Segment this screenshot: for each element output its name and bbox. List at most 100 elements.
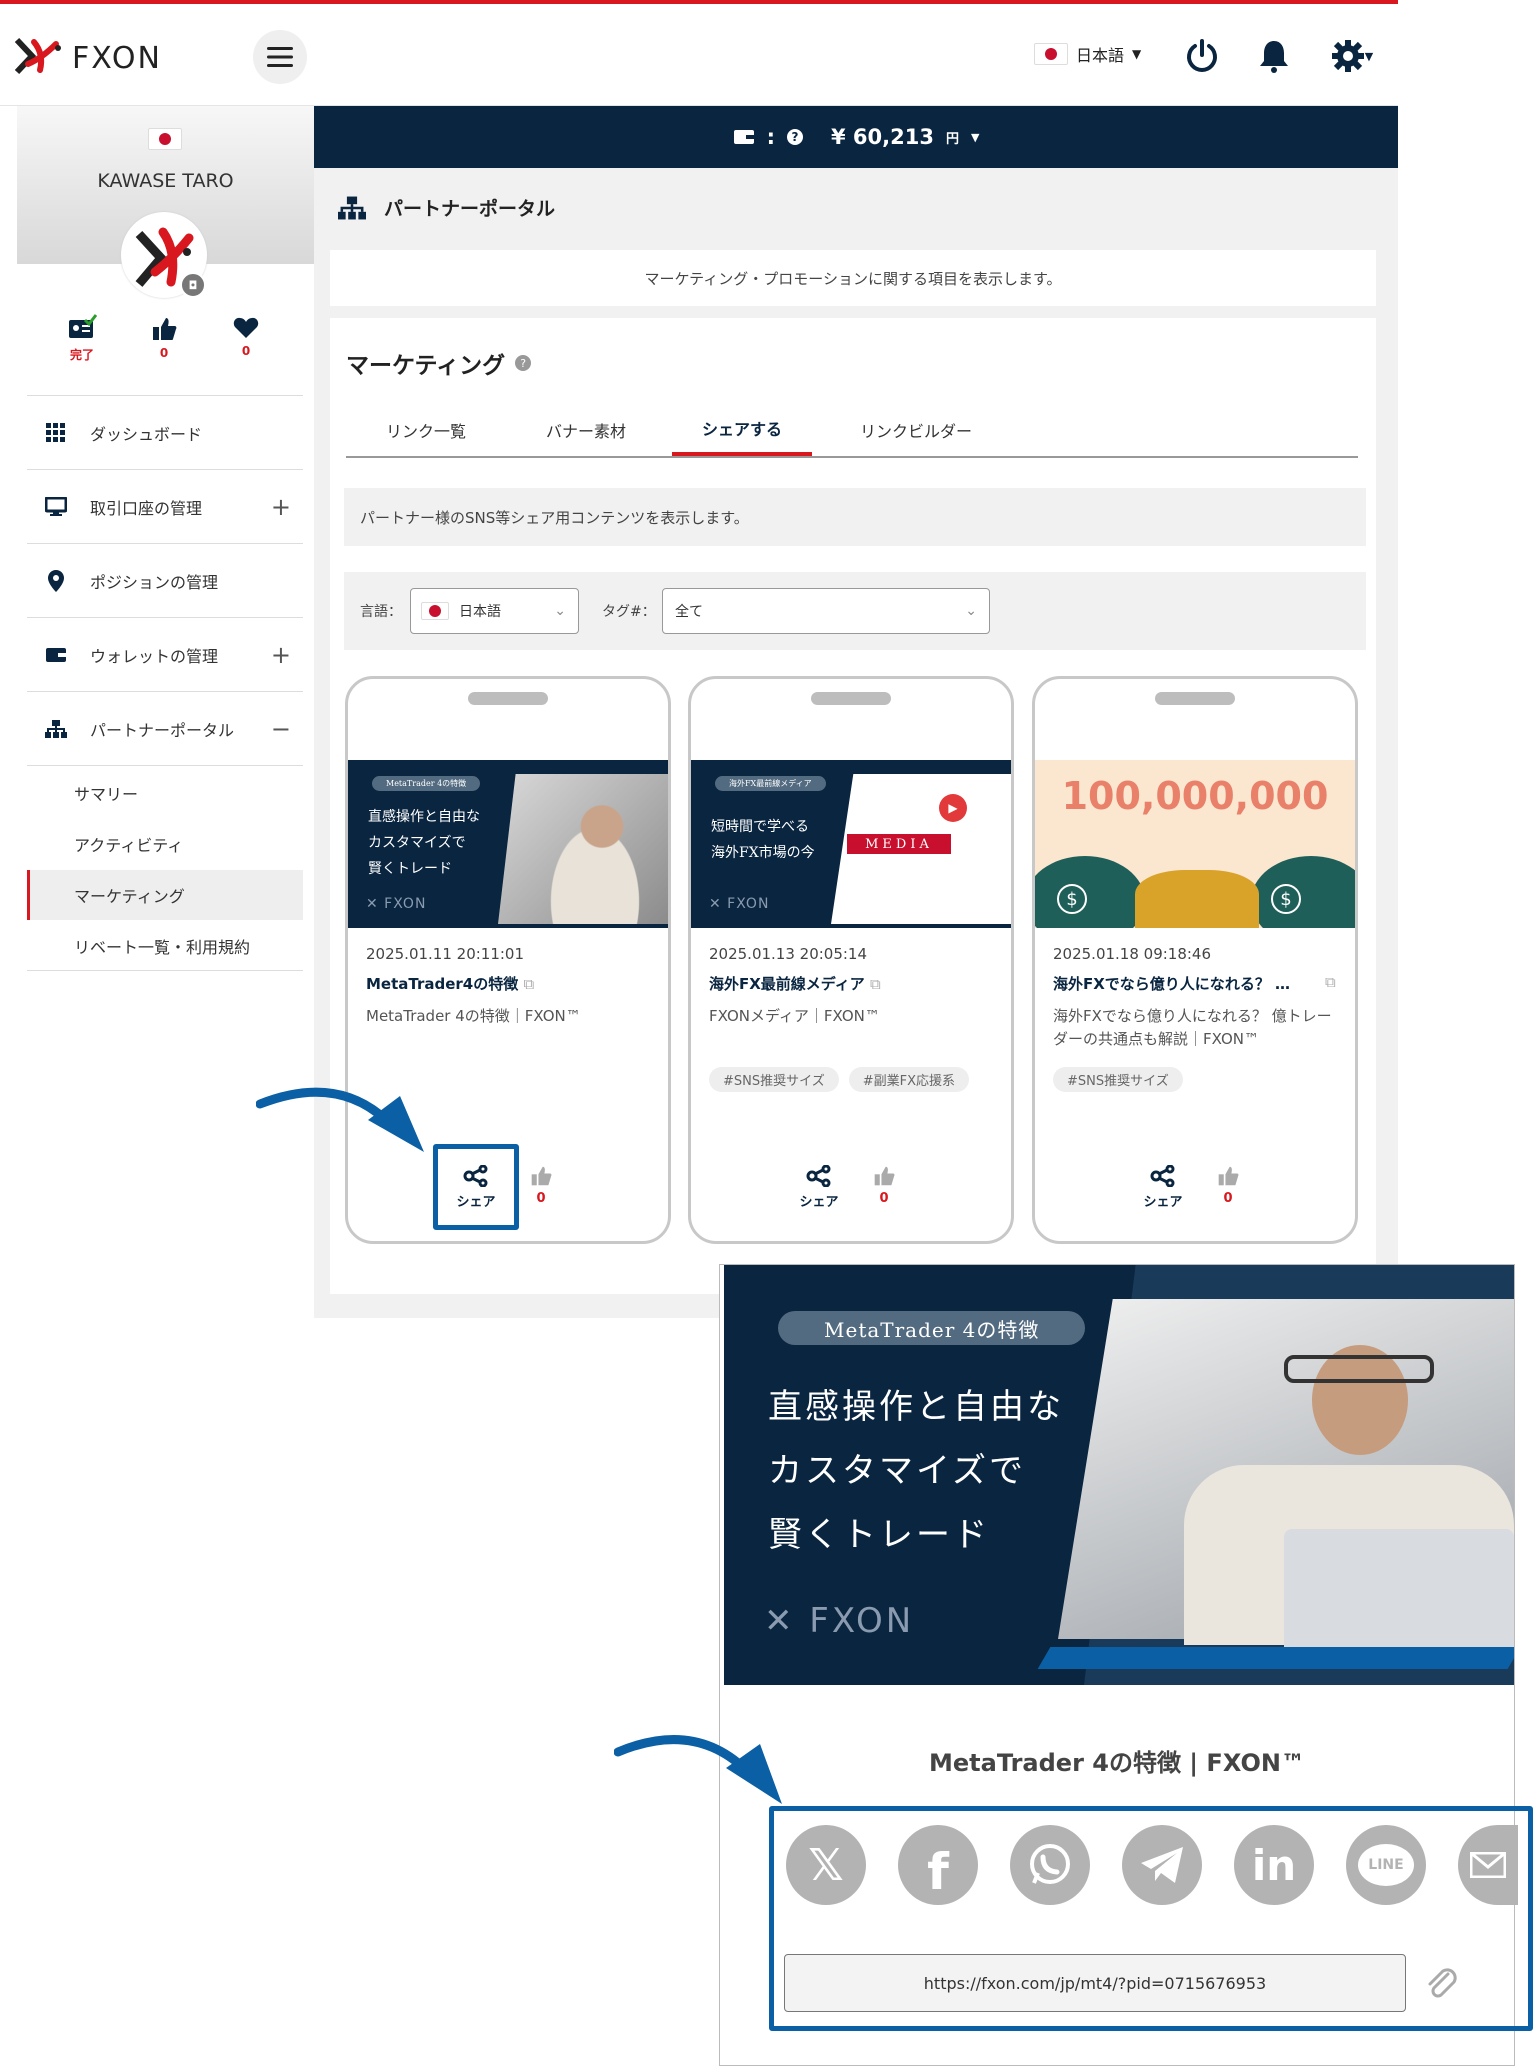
language-label: 日本語 (1076, 46, 1125, 65)
thumbs-up-icon (153, 318, 177, 340)
card-thumbnail[interactable]: MetaTrader 4の特徴 直感操作と自由な カスタマイズで 賢くトレード ✕ … (348, 760, 668, 928)
notification-button[interactable] (1254, 34, 1294, 78)
tab-baseline (346, 456, 1358, 458)
like-count: 0 (536, 1191, 546, 1206)
annotation-arrow-icon (256, 1087, 424, 1152)
like-button[interactable]: 0 (869, 1165, 899, 1206)
expand-icon[interactable]: + (271, 493, 291, 521)
language-filter-select[interactable]: 日本語 ⌄ (410, 588, 579, 634)
tag-pill[interactable]: #SNS推奨サイズ (709, 1067, 839, 1092)
language-selector[interactable]: 日本語 ▼ (1034, 42, 1141, 66)
help-icon[interactable]: ? (515, 355, 532, 371)
whatsapp-icon (1030, 1844, 1070, 1884)
wallet-icon (733, 130, 754, 144)
balance-amount: ¥ 60,213 (830, 125, 934, 149)
verify-status: 完了 (69, 348, 94, 362)
share-icon (806, 1164, 831, 1188)
balance-bar[interactable]: : ? ¥ 60,213 円 ▼ (314, 106, 1398, 168)
tab-label: リンクビルダー (859, 422, 972, 441)
tab-banners[interactable]: バナー素材 (506, 404, 666, 456)
page-notice: マーケティング・プロモーションに関する項目を表示します。 (330, 250, 1376, 306)
share-label: シェア (799, 1195, 839, 1210)
sidebar-item-positions[interactable]: ポジションの管理 (27, 544, 303, 618)
share-card: MEDIA ▶ 海外FX最前線メディア 短時間で学べる 海外FX市場の今 ✕ FX… (688, 676, 1014, 1244)
fxon-logo[interactable]: FXON (14, 34, 214, 78)
dollar-icon: $ (1271, 884, 1301, 914)
sidebar-item-dashboard[interactable]: ダッシュボード (27, 396, 303, 470)
settings-button[interactable]: ▼ (1322, 34, 1382, 78)
section-heading: マーケティング ? (346, 346, 532, 380)
glasses (1284, 1355, 1434, 1383)
monitor-icon (42, 496, 70, 517)
tag-pill[interactable]: #SNS推奨サイズ (1053, 1067, 1183, 1092)
card-description: 海外FXでなら億り人になれる？ 億トレーダーの共通点も解説｜FXON™ (1053, 1007, 1332, 1048)
sidebar-item-wallet[interactable]: ウォレットの管理 + (27, 618, 303, 692)
network-icon (42, 719, 70, 739)
share-dialog-title: MetaTrader 4の特徴 | FXON™ (929, 1749, 1305, 1777)
page-title: パートナーポータル (384, 198, 556, 220)
top-header: FXON 日本語 ▼ ▼ (0, 0, 1398, 106)
share-linkedin-button[interactable]: in (1234, 1825, 1314, 1905)
power-button[interactable] (1182, 34, 1222, 78)
share-line-button[interactable]: LINE (1346, 1825, 1426, 1905)
hamburger-menu-button[interactable] (253, 30, 307, 84)
external-link-icon[interactable]: ⧉ (1325, 973, 1336, 991)
share-button-highlight (433, 1144, 519, 1230)
share-label: シェア (1143, 1195, 1183, 1210)
expand-icon[interactable]: + (271, 641, 291, 669)
sidebar-subitem-marketing[interactable]: マーケティング (27, 870, 303, 920)
sidebar-left-strip (0, 106, 17, 1318)
share-x-button[interactable]: 𝕏 (786, 1825, 866, 1905)
sidebar-subitem-summary[interactable]: サマリー (27, 768, 303, 818)
card-title[interactable]: 海外FX最前線メディア ⧉ (709, 973, 989, 994)
japan-flag-icon (421, 602, 449, 620)
tab-share[interactable]: シェアする (672, 404, 812, 456)
tag-filter-select[interactable]: 全て ⌄ (662, 588, 990, 634)
share-url-field[interactable]: https://fxon.com/jp/mt4/?pid=0715676953 (784, 1954, 1406, 2012)
profile-stat-favorites[interactable]: 0 (226, 316, 266, 358)
email-icon (1470, 1852, 1506, 1878)
sidebar-item-partner-portal[interactable]: パートナーポータル − (27, 692, 303, 766)
like-button[interactable]: 0 (1213, 1165, 1243, 1206)
share-button[interactable]: シェア (789, 1164, 849, 1210)
share-whatsapp-button[interactable] (1010, 1825, 1090, 1905)
tab-link-list[interactable]: リンク一覧 (346, 404, 506, 456)
tab-label: リンク一覧 (385, 422, 466, 441)
profile-stat-likes[interactable]: 0 (144, 316, 184, 360)
collapse-icon[interactable]: − (271, 715, 291, 743)
external-link-icon[interactable]: ⧉ (523, 975, 534, 993)
like-count: 0 (879, 1191, 889, 1206)
sidebar-subitem-label: サマリー (74, 785, 139, 804)
annotation-arrow-icon (614, 1735, 782, 1804)
card-thumbnail[interactable]: MEDIA ▶ 海外FX最前線メディア 短時間で学べる 海外FX市場の今 ✕ FX… (691, 760, 1011, 928)
like-button[interactable]: 0 (526, 1165, 556, 1206)
phone-notch (468, 692, 548, 705)
sidebar-subitem-activity[interactable]: アクティビティ (27, 819, 303, 869)
chevron-down-icon: ⌄ (554, 603, 566, 619)
line-icon: LINE (1358, 1844, 1414, 1886)
profile-stat-verify[interactable]: 完了 (62, 314, 102, 363)
sidebar-item-trading-accounts[interactable]: 取引口座の管理 + (27, 470, 303, 544)
card-title[interactable]: 海外FXでなら億り人になれる？ 億... (1053, 973, 1303, 994)
share-facebook-button[interactable]: f (898, 1825, 978, 1905)
tag-filter-value: 全て (675, 604, 703, 620)
help-icon[interactable]: ? (786, 129, 803, 145)
card-title[interactable]: MetaTrader4の特徴 ⧉ (366, 973, 646, 994)
banner-headline: 直感操作と自由な カスタマイズで 賢くトレード (768, 1387, 1064, 1555)
share-telegram-button[interactable] (1122, 1825, 1202, 1905)
tag-pill[interactable]: #副業FX応援系 (848, 1067, 970, 1092)
camera-icon[interactable]: ◘ (180, 272, 206, 298)
laptop (1284, 1529, 1514, 1647)
thumb-pill: MetaTrader 4の特徴 (372, 776, 481, 791)
fxon-logo: ✕ FXON (709, 896, 770, 912)
sidebar-subitem-rebate[interactable]: リベート一覧・利用規約 (27, 921, 303, 971)
coin-pile (1135, 870, 1259, 928)
tag-filter-label: タグ#： (602, 604, 656, 620)
tab-link-builder[interactable]: リンクビルダー (836, 404, 996, 456)
paperclip-icon[interactable] (1424, 1966, 1460, 2002)
share-button[interactable]: シェア (1133, 1164, 1193, 1210)
avatar[interactable]: ◘ (121, 212, 207, 298)
external-link-icon[interactable]: ⧉ (870, 975, 881, 993)
sidebar-item-label: パートナーポータル (90, 720, 235, 740)
card-thumbnail[interactable]: 100,000,000 $ $ (1035, 760, 1355, 928)
